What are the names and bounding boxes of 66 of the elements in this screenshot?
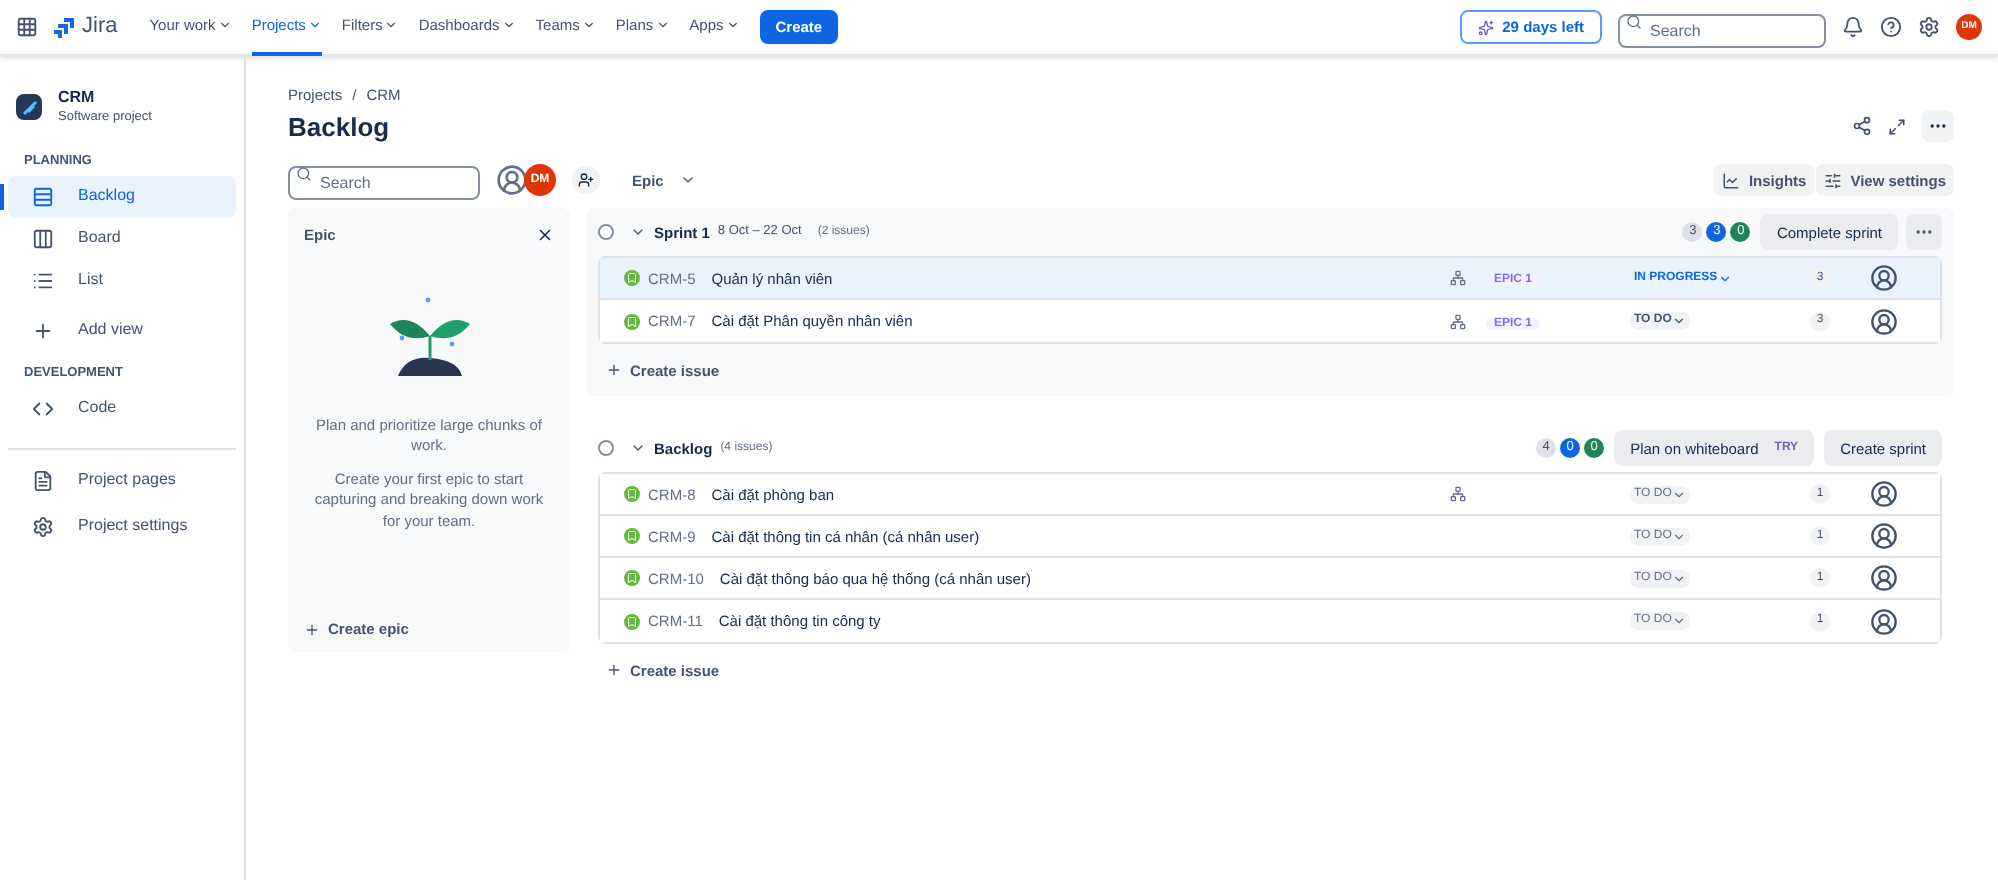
- plus-icon: [304, 621, 320, 638]
- share-icon[interactable]: [1852, 116, 1872, 137]
- chevron-icon: [1671, 614, 1686, 629]
- fullscreen-icon[interactable]: [1888, 117, 1906, 136]
- chevron-icon: [725, 18, 740, 32]
- search-icon: [1626, 13, 1642, 29]
- sidebar-item[interactable]: Project pages: [8, 459, 236, 502]
- backlog-icon: [32, 185, 54, 208]
- assignee-avatar-icon[interactable]: [1870, 307, 1898, 336]
- plus-icon: [606, 362, 622, 379]
- plus-icon: [32, 319, 54, 342]
- story-icon: [624, 270, 640, 287]
- more-button[interactable]: [1922, 110, 1954, 143]
- sidebar-item[interactable]: Board: [8, 217, 236, 260]
- jira-logo-icon: [54, 17, 74, 37]
- search-icon: [296, 166, 312, 183]
- assignee-avatar-icon[interactable]: [1870, 480, 1898, 509]
- app-switcher-icon[interactable]: [16, 16, 38, 38]
- gear-icon: [32, 515, 54, 538]
- sparkle-icon: [1478, 19, 1495, 35]
- story-icon: [624, 570, 640, 587]
- list-icon: [32, 269, 54, 292]
- search-field[interactable]: Search: [288, 166, 480, 201]
- settings-icon[interactable]: [1918, 16, 1940, 38]
- assignee-avatar-icon[interactable]: [1870, 607, 1898, 636]
- chevron-icon: [217, 18, 232, 32]
- chevron-icon: [1717, 271, 1732, 286]
- story-icon: [624, 313, 640, 330]
- chevron-icon: [1671, 529, 1686, 544]
- page-title: Backlog: [288, 109, 392, 146]
- checkbox[interactable]: [598, 224, 614, 241]
- sidebar-item[interactable]: Project settings: [8, 505, 236, 548]
- story-icon: [624, 528, 640, 545]
- chart-icon: [1722, 171, 1741, 190]
- assignee-avatar-icon[interactable]: [1870, 564, 1898, 593]
- notifications-icon[interactable]: [1842, 16, 1864, 38]
- chevron-icon: [1671, 487, 1686, 502]
- board-icon: [32, 227, 54, 250]
- chevron-icon: [501, 18, 516, 32]
- project-avatar-icon: [16, 94, 42, 121]
- chevron-icon: [307, 18, 322, 32]
- sidebar-item[interactable]: Add view: [8, 309, 236, 352]
- project-name: CRM: [58, 88, 97, 108]
- story-icon: [624, 613, 640, 630]
- plus-icon: [606, 662, 622, 679]
- story-icon: [624, 486, 640, 503]
- chevron-icon: [384, 18, 399, 32]
- chevron-icon: [1671, 571, 1686, 586]
- unassigned-avatar-icon[interactable]: [496, 164, 528, 197]
- jira-logo[interactable]: Jira: [54, 10, 118, 44]
- code-icon: [32, 397, 54, 420]
- page-icon: [32, 469, 54, 492]
- assignee-avatar-icon[interactable]: [1870, 522, 1898, 551]
- sidebar-item[interactable]: List: [8, 259, 236, 302]
- sliders-icon: [1824, 171, 1843, 190]
- sidebar-item[interactable]: Code: [8, 387, 236, 430]
- add-person-icon: [578, 172, 594, 189]
- chevron-icon: [1671, 314, 1686, 329]
- chevron-icon: [655, 18, 670, 32]
- search-field[interactable]: Search: [1618, 13, 1826, 47]
- help-icon[interactable]: [1880, 16, 1902, 38]
- checkbox[interactable]: [598, 440, 614, 457]
- assignee-avatar-icon[interactable]: [1870, 264, 1898, 293]
- chevron-icon: [581, 18, 596, 32]
- close-icon[interactable]: [536, 226, 554, 245]
- add-people-button[interactable]: [572, 166, 600, 195]
